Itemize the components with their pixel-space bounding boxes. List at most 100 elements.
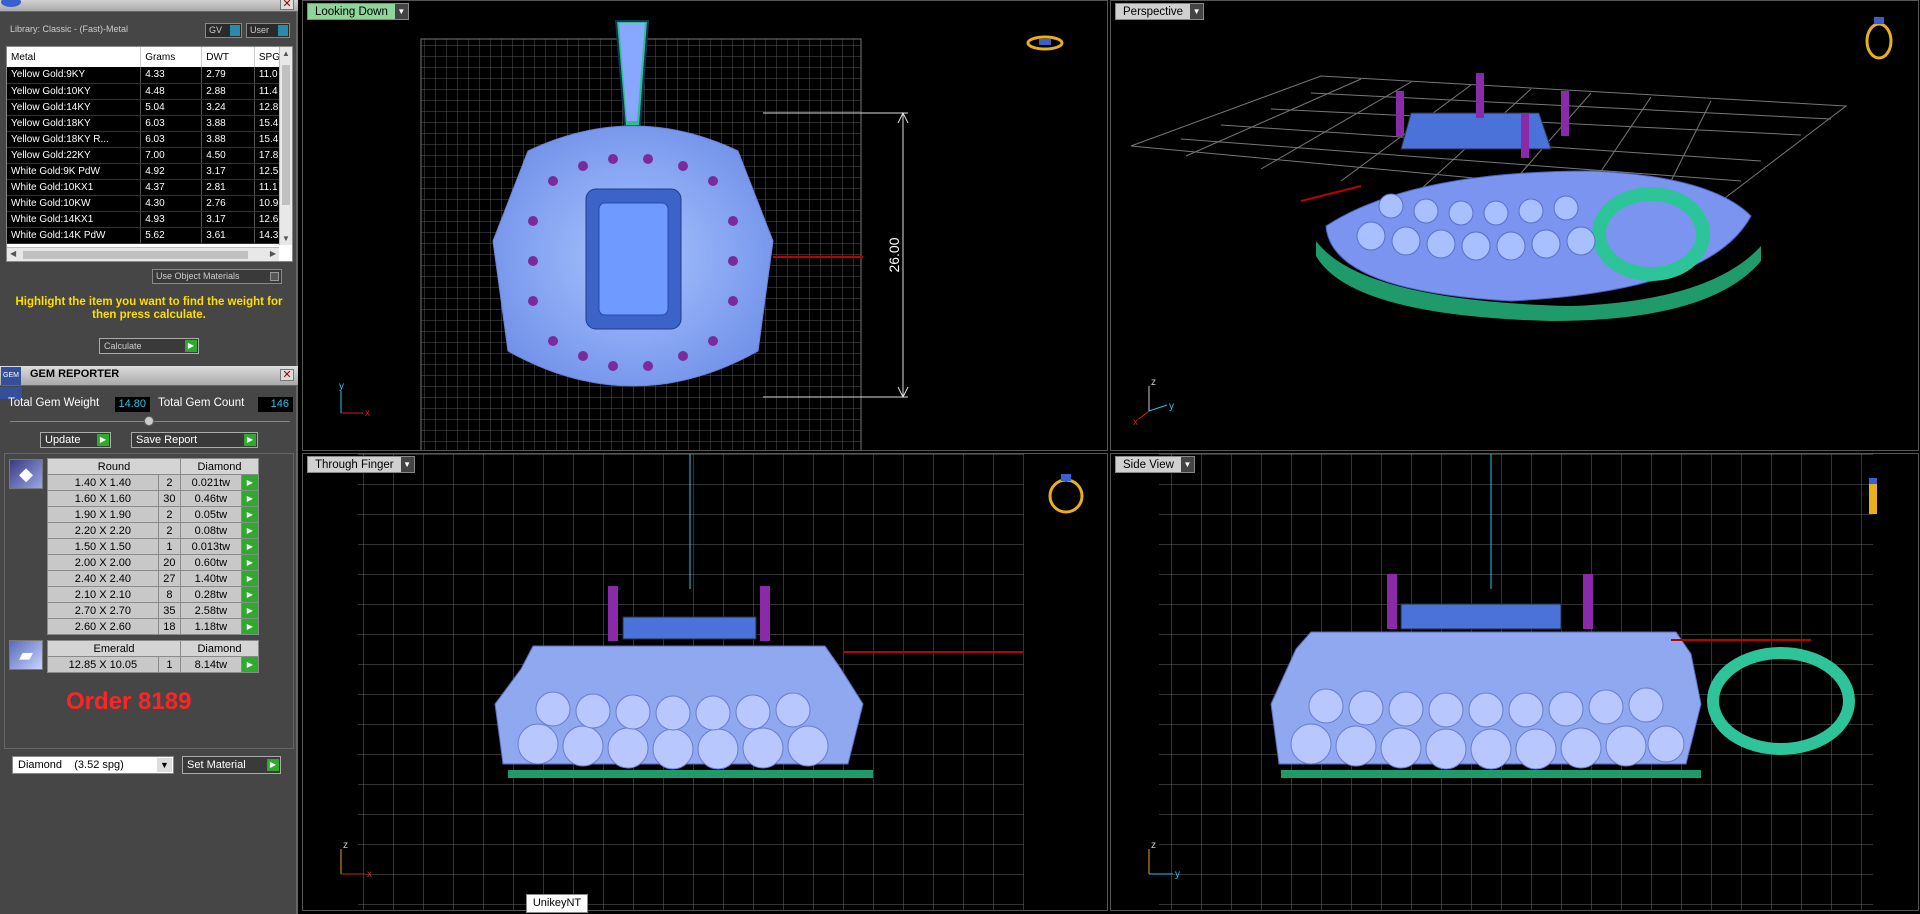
select-gem-icon[interactable]: ▶	[240, 586, 260, 603]
chevron-down-icon: ▼	[157, 758, 172, 772]
gem-table-cell: 2	[157, 474, 182, 491]
gem-table-cell: 1	[157, 538, 182, 555]
emerald-gem-row[interactable]: 12.85 X 10.05 1 8.14tw ▶	[47, 656, 260, 673]
gem-table-cell: 1	[157, 656, 182, 673]
select-gem-icon[interactable]: ▶	[240, 602, 260, 619]
total-gem-count-value: 146	[258, 397, 293, 412]
taskbar-button-unikey[interactable]: UnikeyNT	[526, 894, 588, 913]
gem-table-cell: 1.50 X 1.50	[47, 538, 159, 555]
material-select[interactable]: Diamond (3.52 spg) ▼	[12, 756, 174, 774]
svg-text:y: y	[1169, 401, 1174, 412]
metal-table-row[interactable]: Yellow Gold:18KY 6.03 3.88 15.4	[7, 115, 292, 132]
svg-text:x: x	[367, 869, 372, 880]
dimension-label: 26.00	[886, 237, 902, 272]
metal-table-cell: 5.04	[140, 99, 203, 116]
select-gem-icon[interactable]: ▶	[240, 570, 260, 587]
select-gem-icon[interactable]: ▶	[240, 618, 260, 635]
chevron-down-icon: ▼	[1190, 4, 1204, 19]
gem-table-cell: 2.40 X 2.40	[47, 570, 159, 587]
select-gem-icon[interactable]: ▶	[240, 538, 260, 555]
hint-text: Highlight the item you want to find the …	[15, 296, 283, 321]
metal-table-row[interactable]: White Gold:14K PdW 5.62 3.61 14.3	[7, 227, 292, 244]
library-title: Library: Classic - (Fast)-Metal	[10, 24, 129, 34]
metal-table-row[interactable]: Yellow Gold:9KY 4.33 2.79 11.0	[7, 67, 292, 84]
metal-table-row[interactable]: Yellow Gold:22KY 7.00 4.50 17.8	[7, 147, 292, 164]
col-dwt[interactable]: DWT	[201, 47, 255, 67]
select-gem-icon[interactable]: ▶	[240, 506, 260, 523]
metal-table-cell: 3.88	[201, 115, 255, 132]
viewport-perspective[interactable]: z y x Perspective ▼	[1110, 0, 1919, 451]
col-grams[interactable]: Grams	[140, 47, 203, 67]
gem-table-cell: 0.05tw	[180, 506, 242, 523]
metal-table-row[interactable]: White Gold:10KW 4.30 2.76 10.9	[7, 195, 292, 212]
gem-reporter-icon: GEM	[1, 367, 21, 385]
round-gem-row[interactable]: 2.70 X 2.70 35 2.58tw ▶	[47, 602, 260, 619]
viewport-label-looking-down[interactable]: Looking Down ▼	[307, 3, 409, 20]
viewport-label-side-view[interactable]: Side View ▼	[1115, 456, 1195, 473]
round-gem-row[interactable]: 2.20 X 2.20 2 0.08tw ▶	[47, 522, 260, 539]
round-gem-row[interactable]: 1.60 X 1.60 30 0.46tw ▶	[47, 490, 260, 507]
through-finger-canvas: zx	[340, 454, 1084, 910]
set-material-button[interactable]: Set Material ▶	[182, 756, 281, 774]
gem-table-cell: 0.28tw	[180, 586, 242, 603]
select-gem-icon[interactable]: ▶	[240, 490, 260, 507]
metal-table-cell: 4.50	[201, 147, 255, 164]
close-icon[interactable]: ✕	[280, 0, 294, 10]
use-object-materials-button[interactable]: Use Object Materials	[152, 269, 282, 284]
metal-table-hscrollbar[interactable]: ◀ ▶	[7, 247, 279, 261]
save-report-button[interactable]: Save Report ▶	[131, 432, 258, 448]
metal-table-row[interactable]: Yellow Gold:14KY 5.04 3.24 12.8	[7, 99, 292, 116]
metal-table-row[interactable]: Yellow Gold:10KY 4.48 2.88 11.4	[7, 83, 292, 100]
gem-table-cell: 27	[157, 570, 182, 587]
round-gem-row[interactable]: 2.60 X 2.60 18 1.18tw ▶	[47, 618, 260, 635]
round-gem-row[interactable]: 1.50 X 1.50 1 0.013tw ▶	[47, 538, 260, 555]
viewport-side-view[interactable]: zy Side View ▼	[1110, 453, 1919, 911]
metal-table-cell: 3.88	[201, 131, 255, 148]
metal-table-box: Metal Grams DWT SPG Yellow Gold:9KY 4.33 2…	[6, 46, 293, 262]
viewport-through-finger[interactable]: zx Through Finger ▼	[302, 453, 1108, 911]
viewport-looking-down[interactable]: 26.00 yx Looking Down ▼	[302, 0, 1108, 451]
ring-view-icon	[1048, 474, 1084, 514]
calculate-button[interactable]: Calculate ▶	[99, 338, 199, 354]
svg-text:z: z	[1151, 377, 1156, 388]
metal-table-cell: 4.37	[140, 179, 203, 196]
round-gem-row[interactable]: 2.40 X 2.40 27 1.40tw ▶	[47, 570, 260, 587]
close-icon[interactable]: ✕	[280, 369, 294, 381]
metal-table-row[interactable]: White Gold:10KX1 4.37 2.81 11.1	[7, 179, 292, 196]
gem-table-cell: 12.85 X 10.05	[47, 656, 159, 673]
round-shape-header: Round	[47, 458, 181, 475]
metal-table-cell: 4.33	[140, 67, 203, 84]
metal-table-row[interactable]: White Gold:9K PdW 4.92 3.17 12.5	[7, 163, 292, 180]
round-gem-row[interactable]: 2.10 X 2.10 8 0.28tw ▶	[47, 586, 260, 603]
select-gem-icon[interactable]: ▶	[240, 474, 260, 491]
svg-text:x: x	[365, 408, 370, 419]
svg-text:z: z	[343, 840, 348, 851]
left-panel: ✕ Library: Classic - (Fast)-Metal GV Use…	[0, 0, 298, 914]
total-gem-count-label: Total Gem Count	[158, 397, 245, 409]
gem-table-cell: 2.20 X 2.20	[47, 522, 159, 539]
splitter-knob-icon[interactable]	[144, 416, 154, 426]
metal-table-row[interactable]: White Gold:14KX1 4.93 3.17 12.6	[7, 211, 292, 228]
gv-button[interactable]: GV	[205, 23, 242, 38]
metal-table-cell: White Gold:14K PdW	[7, 227, 142, 244]
user-button[interactable]: User	[246, 23, 290, 38]
round-gem-row[interactable]: 2.00 X 2.00 20 0.60tw ▶	[47, 554, 260, 571]
select-gem-icon[interactable]: ▶	[240, 522, 260, 539]
round-gem-row[interactable]: 1.40 X 1.40 2 0.021tw ▶	[47, 474, 260, 491]
gem-table-cell: 18	[157, 618, 182, 635]
select-gem-icon[interactable]: ▶	[240, 656, 260, 673]
total-gem-weight-label: Total Gem Weight	[8, 397, 100, 409]
metal-table-row[interactable]: Yellow Gold:18KY R... 6.03 3.88 15.4	[7, 131, 292, 148]
col-metal[interactable]: Metal	[7, 47, 142, 67]
gem-table-cell: 1.18tw	[180, 618, 242, 635]
axis-indicator-icon: yx	[339, 381, 370, 419]
metal-table-vscrollbar[interactable]: ▲ ▼	[279, 47, 292, 245]
svg-text:z: z	[1151, 840, 1156, 851]
chevron-down-icon: ▼	[394, 4, 408, 19]
round-gem-row[interactable]: 1.90 X 1.90 2 0.05tw ▶	[47, 506, 260, 523]
play-icon: ▶	[244, 434, 256, 446]
viewport-label-perspective[interactable]: Perspective ▼	[1115, 3, 1205, 20]
select-gem-icon[interactable]: ▶	[240, 554, 260, 571]
viewport-label-through-finger[interactable]: Through Finger ▼	[307, 456, 415, 473]
update-button[interactable]: Update ▶	[40, 432, 111, 448]
